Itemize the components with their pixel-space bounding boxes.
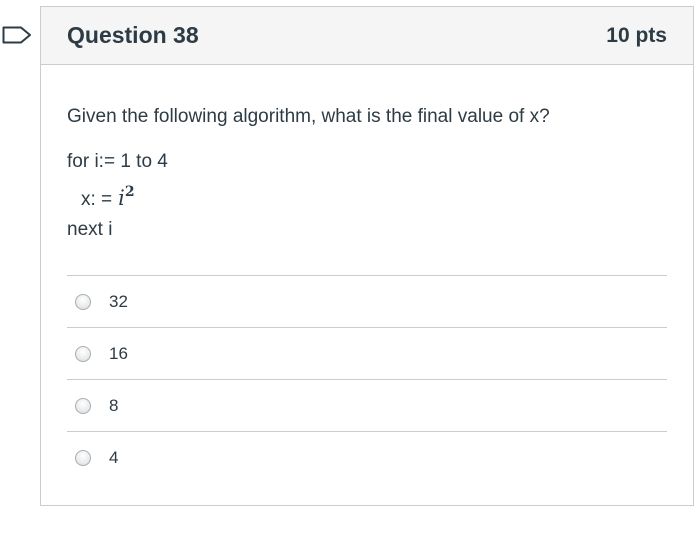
algorithm-line-2: x: = i2 (67, 177, 667, 215)
radio-button-icon[interactable] (75, 397, 91, 414)
question-title: Question 38 (67, 22, 199, 48)
radio-button-icon[interactable] (75, 345, 91, 362)
radio-button-icon[interactable] (75, 293, 91, 310)
math-exponent: 2 (124, 184, 135, 200)
answer-label: 32 (109, 291, 128, 311)
answer-label: 8 (109, 395, 119, 415)
answer-list: 32 16 8 4 (67, 275, 667, 484)
algorithm-line-3: next i (67, 219, 113, 240)
answer-option-2[interactable]: 16 (67, 328, 667, 380)
question-prompt: Given the following algorithm, what is t… (67, 106, 550, 127)
algorithm-line-1: for i:= 1 to 4 (67, 151, 168, 172)
question-card: Question 38 10 pts Given the following a… (40, 6, 694, 506)
radio-button-icon[interactable] (75, 450, 91, 466)
flag-question-icon[interactable] (2, 26, 32, 44)
answer-label: 16 (109, 343, 128, 363)
answer-option-3[interactable]: 8 (67, 380, 667, 432)
math-variable: i (118, 186, 125, 210)
algorithm-block: for i:= 1 to 4 x: = i2 next i (67, 147, 667, 245)
math-expression: i2 (118, 184, 135, 210)
answer-option-1[interactable]: 32 (67, 276, 667, 328)
assignment-prefix: x: = (81, 189, 113, 210)
question-header: Question 38 10 pts (41, 7, 693, 65)
answer-option-4[interactable]: 4 (67, 432, 667, 484)
question-points: 10 pts (606, 23, 667, 47)
question-body: Given the following algorithm, what is t… (41, 65, 693, 484)
answer-label: 4 (109, 448, 119, 467)
